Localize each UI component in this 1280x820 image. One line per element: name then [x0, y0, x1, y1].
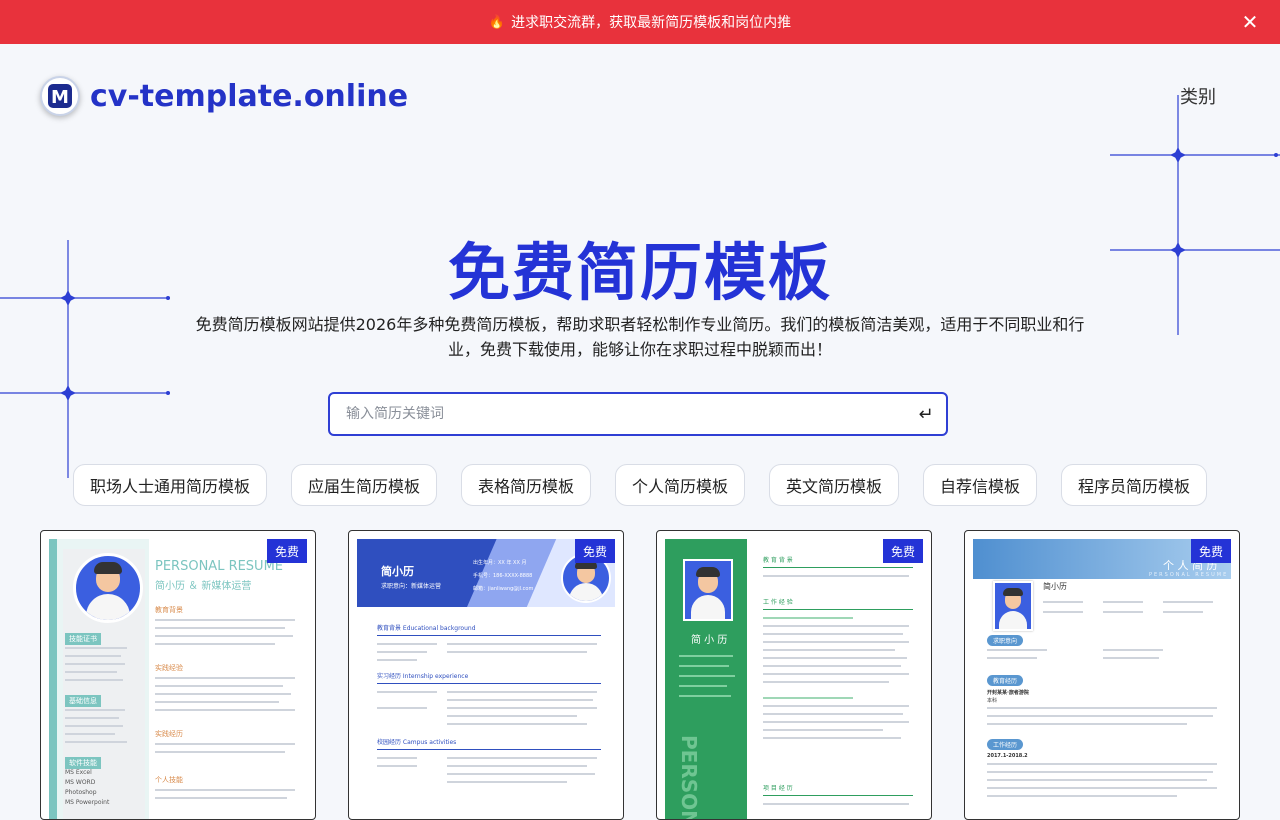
side-section: 软件技能: [65, 757, 101, 769]
avatar: [683, 559, 733, 621]
tag-english[interactable]: 英文简历模板: [769, 464, 899, 506]
section-title: 校园经历 Campus activities: [377, 739, 457, 746]
section-title: 求职意向: [987, 635, 1024, 646]
section-title: 个人技能: [155, 776, 183, 784]
section-title: 实践经历: [155, 730, 183, 738]
section-title: 教育经历: [987, 675, 1024, 686]
section-title: 实习经历 Internship experience: [377, 673, 469, 680]
section-title: 实践经验: [155, 664, 183, 672]
avatar: [993, 581, 1033, 631]
contact-line: 手机号：186-XXXX-8888: [473, 573, 533, 579]
resume-subheading: 简小历 ＆ 新媒体运营: [155, 581, 252, 592]
side-section: 技能证书: [65, 633, 101, 645]
section-title: 教育背景: [155, 606, 183, 614]
nav-category-link[interactable]: 类别: [1180, 83, 1216, 109]
template-thumbnail: 简小历 求职意向：新媒体运营 出生年月：XX 年 XX 月 手机号：186-XX…: [357, 539, 615, 819]
free-badge: 免费: [1191, 539, 1231, 563]
free-badge: 免费: [575, 539, 615, 563]
tag-workplace[interactable]: 职场人士通用简历模板: [73, 464, 267, 506]
section-title: 工作经历: [987, 739, 1024, 750]
search-input[interactable]: [330, 406, 906, 422]
section-title: 项 目 经 历: [763, 785, 793, 792]
skill-item: Photoshop: [65, 789, 97, 796]
degree: 本科: [987, 698, 998, 704]
school-name: 开封某某·旅者游院: [987, 690, 1029, 696]
site-logo[interactable]: M cv-template.online: [40, 76, 408, 116]
page-description: 免费简历模板网站提供2026年多种免费简历模板，帮助求职者轻松制作专业简历。我们…: [195, 315, 1085, 359]
search-box[interactable]: ↵: [328, 392, 948, 436]
work-years: 2017.1-2018.2: [987, 753, 1028, 759]
close-icon[interactable]: ✕: [1238, 10, 1262, 34]
page-title: 免费简历模板: [447, 236, 832, 309]
tag-table[interactable]: 表格简历模板: [461, 464, 591, 506]
template-card-blue-resume[interactable]: 免费 个 人 简 历 PERSONAL RESUME 简小历 求职意向 教育经历…: [964, 530, 1240, 820]
logo-icon: M: [40, 76, 80, 116]
tag-programmer[interactable]: 程序员简历模板: [1061, 464, 1207, 506]
fire-icon: 🔥: [488, 14, 506, 30]
template-thumbnail: 个 人 简 历 PERSONAL RESUME 简小历 求职意向 教育经历 开封…: [973, 539, 1231, 819]
site-name: cv-template.online: [90, 78, 409, 114]
enter-icon[interactable]: ↵: [906, 404, 946, 425]
avatar: [73, 553, 143, 623]
skill-item: MS WORD: [65, 779, 96, 786]
promo-banner-text: 进求职交流群，获取最新简历模板和岗位内推: [511, 15, 792, 31]
contact-line: 邮箱：jianliwang@jl.com: [473, 586, 534, 592]
resume-name: 简 小 历: [691, 635, 728, 646]
skill-item: MS Powerpoint: [65, 799, 110, 806]
template-thumbnail: PERSONAL RESUME 简小历 ＆ 新媒体运营 技能证书 基础信息 软件…: [49, 539, 307, 819]
resume-heading: PERSONAL RESUME: [155, 559, 284, 574]
category-tags: 职场人士通用简历模板 应届生简历模板 表格简历模板 个人简历模板 英文简历模板 …: [0, 464, 1280, 506]
resume-title-en: PERSONAL RESUME: [1149, 572, 1229, 578]
section-title: 教育背景 Educational background: [377, 625, 476, 632]
template-thumbnail: 简 小 历 PERSON 教 育 背 景 工 作 经 验 项 目 经 历: [665, 539, 923, 819]
resume-name: 简小历: [1043, 582, 1067, 591]
section-title: 工 作 经 验: [763, 599, 793, 606]
tag-personal[interactable]: 个人简历模板: [615, 464, 745, 506]
template-card-green-resume[interactable]: 免费 简 小 历 PERSON 教 育 背 景 工 作 经 验 项 目 经 历: [656, 530, 932, 820]
free-badge: 免费: [267, 539, 307, 563]
tag-graduate[interactable]: 应届生简历模板: [291, 464, 437, 506]
template-card-personal-resume[interactable]: 免费 PERSONAL RESUME 简小历 ＆ 新媒体运营 技能证书 基础信息…: [40, 530, 316, 820]
tag-cover-letter[interactable]: 自荐信模板: [923, 464, 1037, 506]
side-section: 基础信息: [65, 695, 101, 707]
free-badge: 免费: [883, 539, 923, 563]
contact-line: 出生年月：XX 年 XX 月: [473, 560, 527, 566]
vertical-decoration-text: PERSON: [677, 735, 701, 819]
svg-text:M: M: [51, 87, 69, 108]
section-title: 教 育 背 景: [763, 557, 793, 564]
resume-intent: 求职意向：新媒体运营: [381, 583, 442, 590]
template-card-campus-resume[interactable]: 免费 简小历 求职意向：新媒体运营 出生年月：XX 年 XX 月 手机号：186…: [348, 530, 624, 820]
resume-name: 简小历: [381, 565, 414, 578]
skill-item: MS Excel: [65, 769, 92, 776]
promo-banner[interactable]: 🔥 进求职交流群，获取最新简历模板和岗位内推 ✕: [0, 0, 1280, 44]
